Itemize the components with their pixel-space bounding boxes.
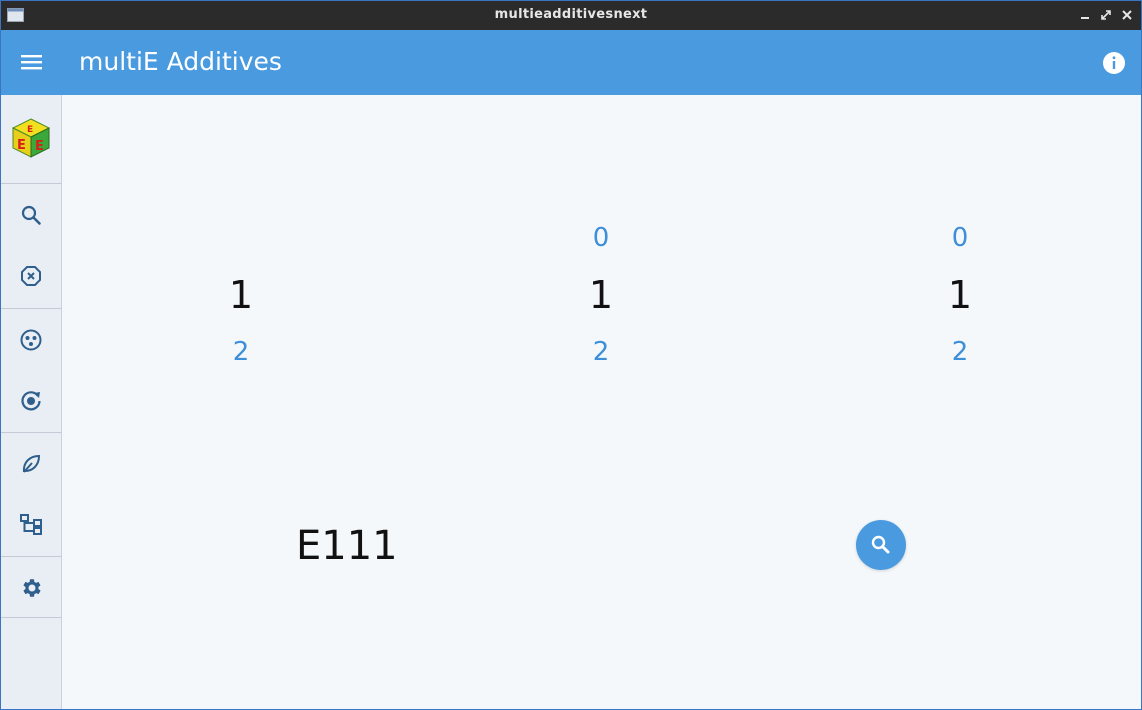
sidebar-item-groups[interactable] — [19, 328, 43, 352]
picker-1-selected[interactable]: 1 — [211, 273, 271, 317]
minimize-icon — [1081, 17, 1089, 19]
sidebar-divider — [1, 183, 61, 184]
sidebar-item-categories[interactable] — [19, 512, 43, 536]
info-button[interactable] — [1102, 51, 1126, 75]
picker-2-above[interactable]: 0 — [571, 223, 631, 253]
leaf-icon — [22, 454, 41, 473]
sidebar-divider — [1, 308, 61, 309]
hamburger-menu-icon — [21, 55, 42, 70]
sidebar-divider — [1, 432, 61, 433]
hierarchy-icon — [20, 514, 42, 535]
picker-3-below[interactable]: 2 — [930, 337, 990, 367]
sidebar-divider — [1, 556, 61, 557]
picker-3-selected[interactable]: 1 — [930, 273, 990, 317]
picker-2-below[interactable]: 2 — [571, 337, 631, 367]
sidebar-item-settings[interactable] — [19, 576, 43, 600]
close-button[interactable] — [1119, 7, 1135, 23]
e-number-code: E111 — [296, 523, 398, 569]
picker-3-above[interactable]: 0 — [930, 223, 990, 253]
app-toolbar: multiE Additives — [1, 30, 1141, 95]
multie-cube-logo[interactable]: E E E — [11, 117, 51, 159]
sidebar-item-clear[interactable] — [19, 264, 43, 288]
main-content: 1 2 0 1 2 0 1 2 E111 — [62, 95, 1141, 709]
close-icon — [1122, 10, 1132, 20]
picker-2-selected[interactable]: 1 — [571, 273, 631, 317]
title-bar[interactable]: multieadditivesnext — [1, 1, 1141, 30]
svg-text:E: E — [17, 138, 26, 153]
app-title: multiE Additives — [79, 47, 282, 76]
dots-circle-icon — [20, 329, 42, 351]
search-icon — [21, 205, 41, 225]
picker-1-below[interactable]: 2 — [211, 337, 271, 367]
search-icon — [871, 535, 890, 554]
gear-icon — [23, 579, 41, 597]
svg-text:E: E — [35, 139, 44, 154]
maximize-icon — [1101, 10, 1111, 20]
minimize-button[interactable] — [1077, 7, 1093, 23]
close-circle-icon — [21, 266, 41, 286]
svg-text:E: E — [27, 125, 33, 135]
sidebar-item-search[interactable] — [19, 203, 43, 227]
maximize-button[interactable] — [1098, 7, 1114, 23]
rotate-icon — [21, 391, 41, 411]
app-window: multieadditivesnext multiE Additives E E… — [0, 0, 1142, 710]
window-title: multieadditivesnext — [494, 7, 648, 22]
navigation-sidebar: E E E — [1, 95, 62, 709]
sidebar-item-vegan[interactable] — [19, 452, 43, 476]
search-button[interactable] — [856, 520, 906, 570]
sidebar-item-rotate[interactable] — [19, 388, 43, 412]
menu-button[interactable] — [1, 30, 61, 95]
info-icon — [1103, 52, 1125, 74]
sidebar-divider — [1, 617, 61, 618]
